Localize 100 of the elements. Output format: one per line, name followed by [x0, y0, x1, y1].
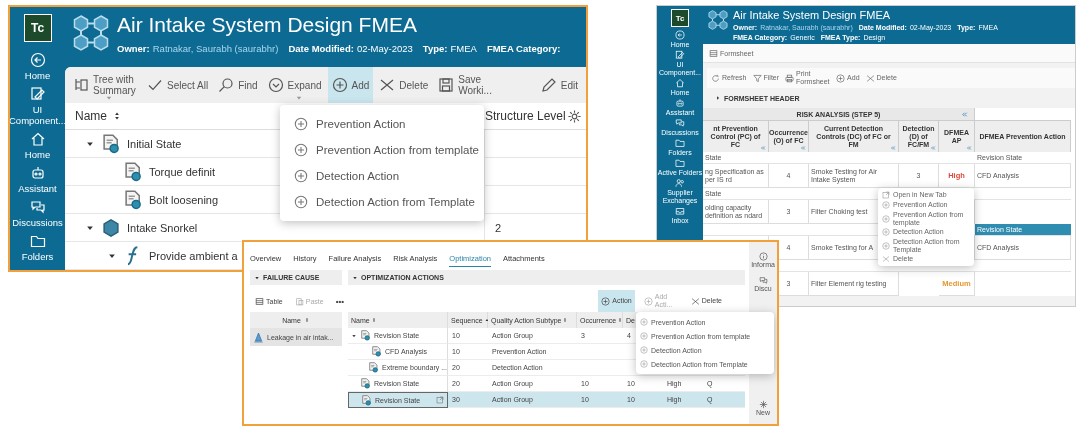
delete-icon [379, 77, 396, 93]
hexagon-logo-icon [71, 13, 111, 53]
checkmark-icon [147, 77, 163, 93]
field-label: FMEA Category: [486, 43, 561, 54]
sidebar-item[interactable]: Discussions [10, 199, 65, 228]
collapse-icon [930, 145, 936, 151]
tree-item[interactable]: Bolt loosening [149, 193, 219, 206]
menu-item[interactable]: Prevention Action from template [280, 137, 484, 163]
search-icon [218, 77, 235, 93]
caret-right-icon [715, 95, 721, 101]
plus-circle-icon [882, 241, 890, 250]
column-header[interactable]: Structure Level [485, 109, 567, 123]
chat-icon [758, 276, 768, 285]
window-title: Air Intake System Design FMEA [117, 13, 418, 37]
toolbar-button[interactable]: Expand [263, 67, 326, 103]
sparkle-icon [758, 400, 768, 409]
field-label: Type: [422, 43, 448, 54]
toolbar-button[interactable]: Add [327, 67, 374, 103]
hexagon-icon [101, 217, 121, 238]
robot-icon [29, 165, 46, 181]
sort-ascending-icon [483, 317, 490, 323]
delete-icon [690, 296, 700, 306]
sidebar-item[interactable]: Home [10, 52, 65, 81]
plus-circle-icon [294, 195, 308, 209]
document-badge-icon [123, 189, 143, 210]
sidebar-item[interactable]: Folders [10, 233, 65, 262]
toolbar-button[interactable]: Save Worki... [434, 67, 507, 103]
plus-circle-icon [643, 296, 653, 306]
menu-item[interactable]: Prevention Action [280, 111, 484, 137]
chevron-circle-icon [267, 77, 284, 93]
table-icon [255, 296, 264, 306]
toolbar-button[interactable]: Delete [375, 67, 433, 103]
field-value: FMEA [450, 43, 477, 54]
home-icon [29, 131, 46, 147]
home-icon [675, 78, 685, 88]
hexagon-logo-icon [707, 9, 729, 31]
plus-circle-icon [601, 296, 611, 306]
tree-item[interactable]: Torque definit [149, 165, 216, 178]
open-tab-icon [882, 191, 890, 199]
cone-icon [253, 331, 264, 343]
people-icon [675, 178, 685, 188]
edit-button[interactable]: Edit [536, 67, 582, 103]
collapse-icon [890, 145, 896, 151]
collapse-icon [760, 145, 766, 151]
document-badge-icon [101, 133, 121, 154]
save-icon [438, 77, 455, 93]
refresh-icon [711, 73, 720, 83]
caret-down-icon [105, 94, 113, 102]
plus-circle-icon [640, 360, 648, 368]
plus-circle-icon [882, 214, 890, 223]
more-button[interactable]: ••• [332, 290, 348, 312]
sidebar-item[interactable]: Home [10, 131, 65, 160]
tree-item[interactable]: Initial State [127, 137, 182, 150]
delete-icon [882, 255, 890, 263]
collapse-icon [800, 145, 806, 151]
clipboard-icon [294, 296, 304, 306]
chat-icon [675, 118, 685, 128]
page-pencil-icon [675, 50, 685, 60]
caret-down-icon [294, 94, 303, 102]
plus-circle-icon [294, 169, 308, 183]
menu-item[interactable]: Detection Action from Template [280, 189, 484, 215]
back-arrow-icon [675, 30, 685, 40]
open-tab-icon [436, 396, 444, 404]
menu-item[interactable]: Detection Action [280, 163, 484, 189]
delete-icon [865, 73, 875, 83]
toolbar-button[interactable]: Select All [143, 67, 213, 103]
document-badge-icon [368, 362, 379, 373]
document-badge-icon [360, 330, 371, 341]
plus-circle-icon [640, 346, 648, 354]
document-badge-icon [360, 378, 371, 389]
document-badge-icon [371, 346, 382, 357]
window-title: Air Intake System Design FMEA [733, 9, 892, 21]
toolbar-button[interactable]: Find [214, 67, 262, 103]
owner-link[interactable]: Ratnakar, Saurabh (saurabhr) [152, 43, 279, 54]
collapse-icon [966, 145, 972, 151]
sidebar-item[interactable]: UI Component... [10, 86, 65, 126]
plus-circle-icon [882, 201, 890, 209]
tree-item[interactable]: Intake Snorkel [127, 221, 198, 234]
robot-icon [675, 98, 685, 108]
app-logo: Tc [671, 9, 689, 27]
field-value: 02-May-2023 [356, 43, 413, 54]
document-badge-icon [361, 394, 372, 406]
toolbar-button[interactable]: Tree with Summary [69, 67, 141, 103]
collapse-icon [961, 110, 968, 118]
folder-icon [29, 233, 46, 249]
tree-item[interactable]: Provide ambient a [149, 249, 238, 262]
pencil-icon [540, 77, 557, 93]
app-logo: Tc [23, 14, 52, 42]
caret-down-icon [351, 332, 357, 339]
plus-circle-icon [882, 228, 890, 236]
table-icon [709, 48, 718, 58]
caret-down-icon [254, 274, 260, 281]
sidebar-item[interactable]: Assistant [10, 165, 65, 194]
page-pencil-icon [29, 86, 46, 102]
plus-circle-icon [836, 73, 846, 83]
printer-icon [785, 73, 795, 83]
plus-circle-icon [294, 117, 308, 131]
filter-icon [752, 73, 762, 83]
table-cell: 2 [495, 221, 502, 234]
plus-circle-icon [640, 318, 648, 326]
